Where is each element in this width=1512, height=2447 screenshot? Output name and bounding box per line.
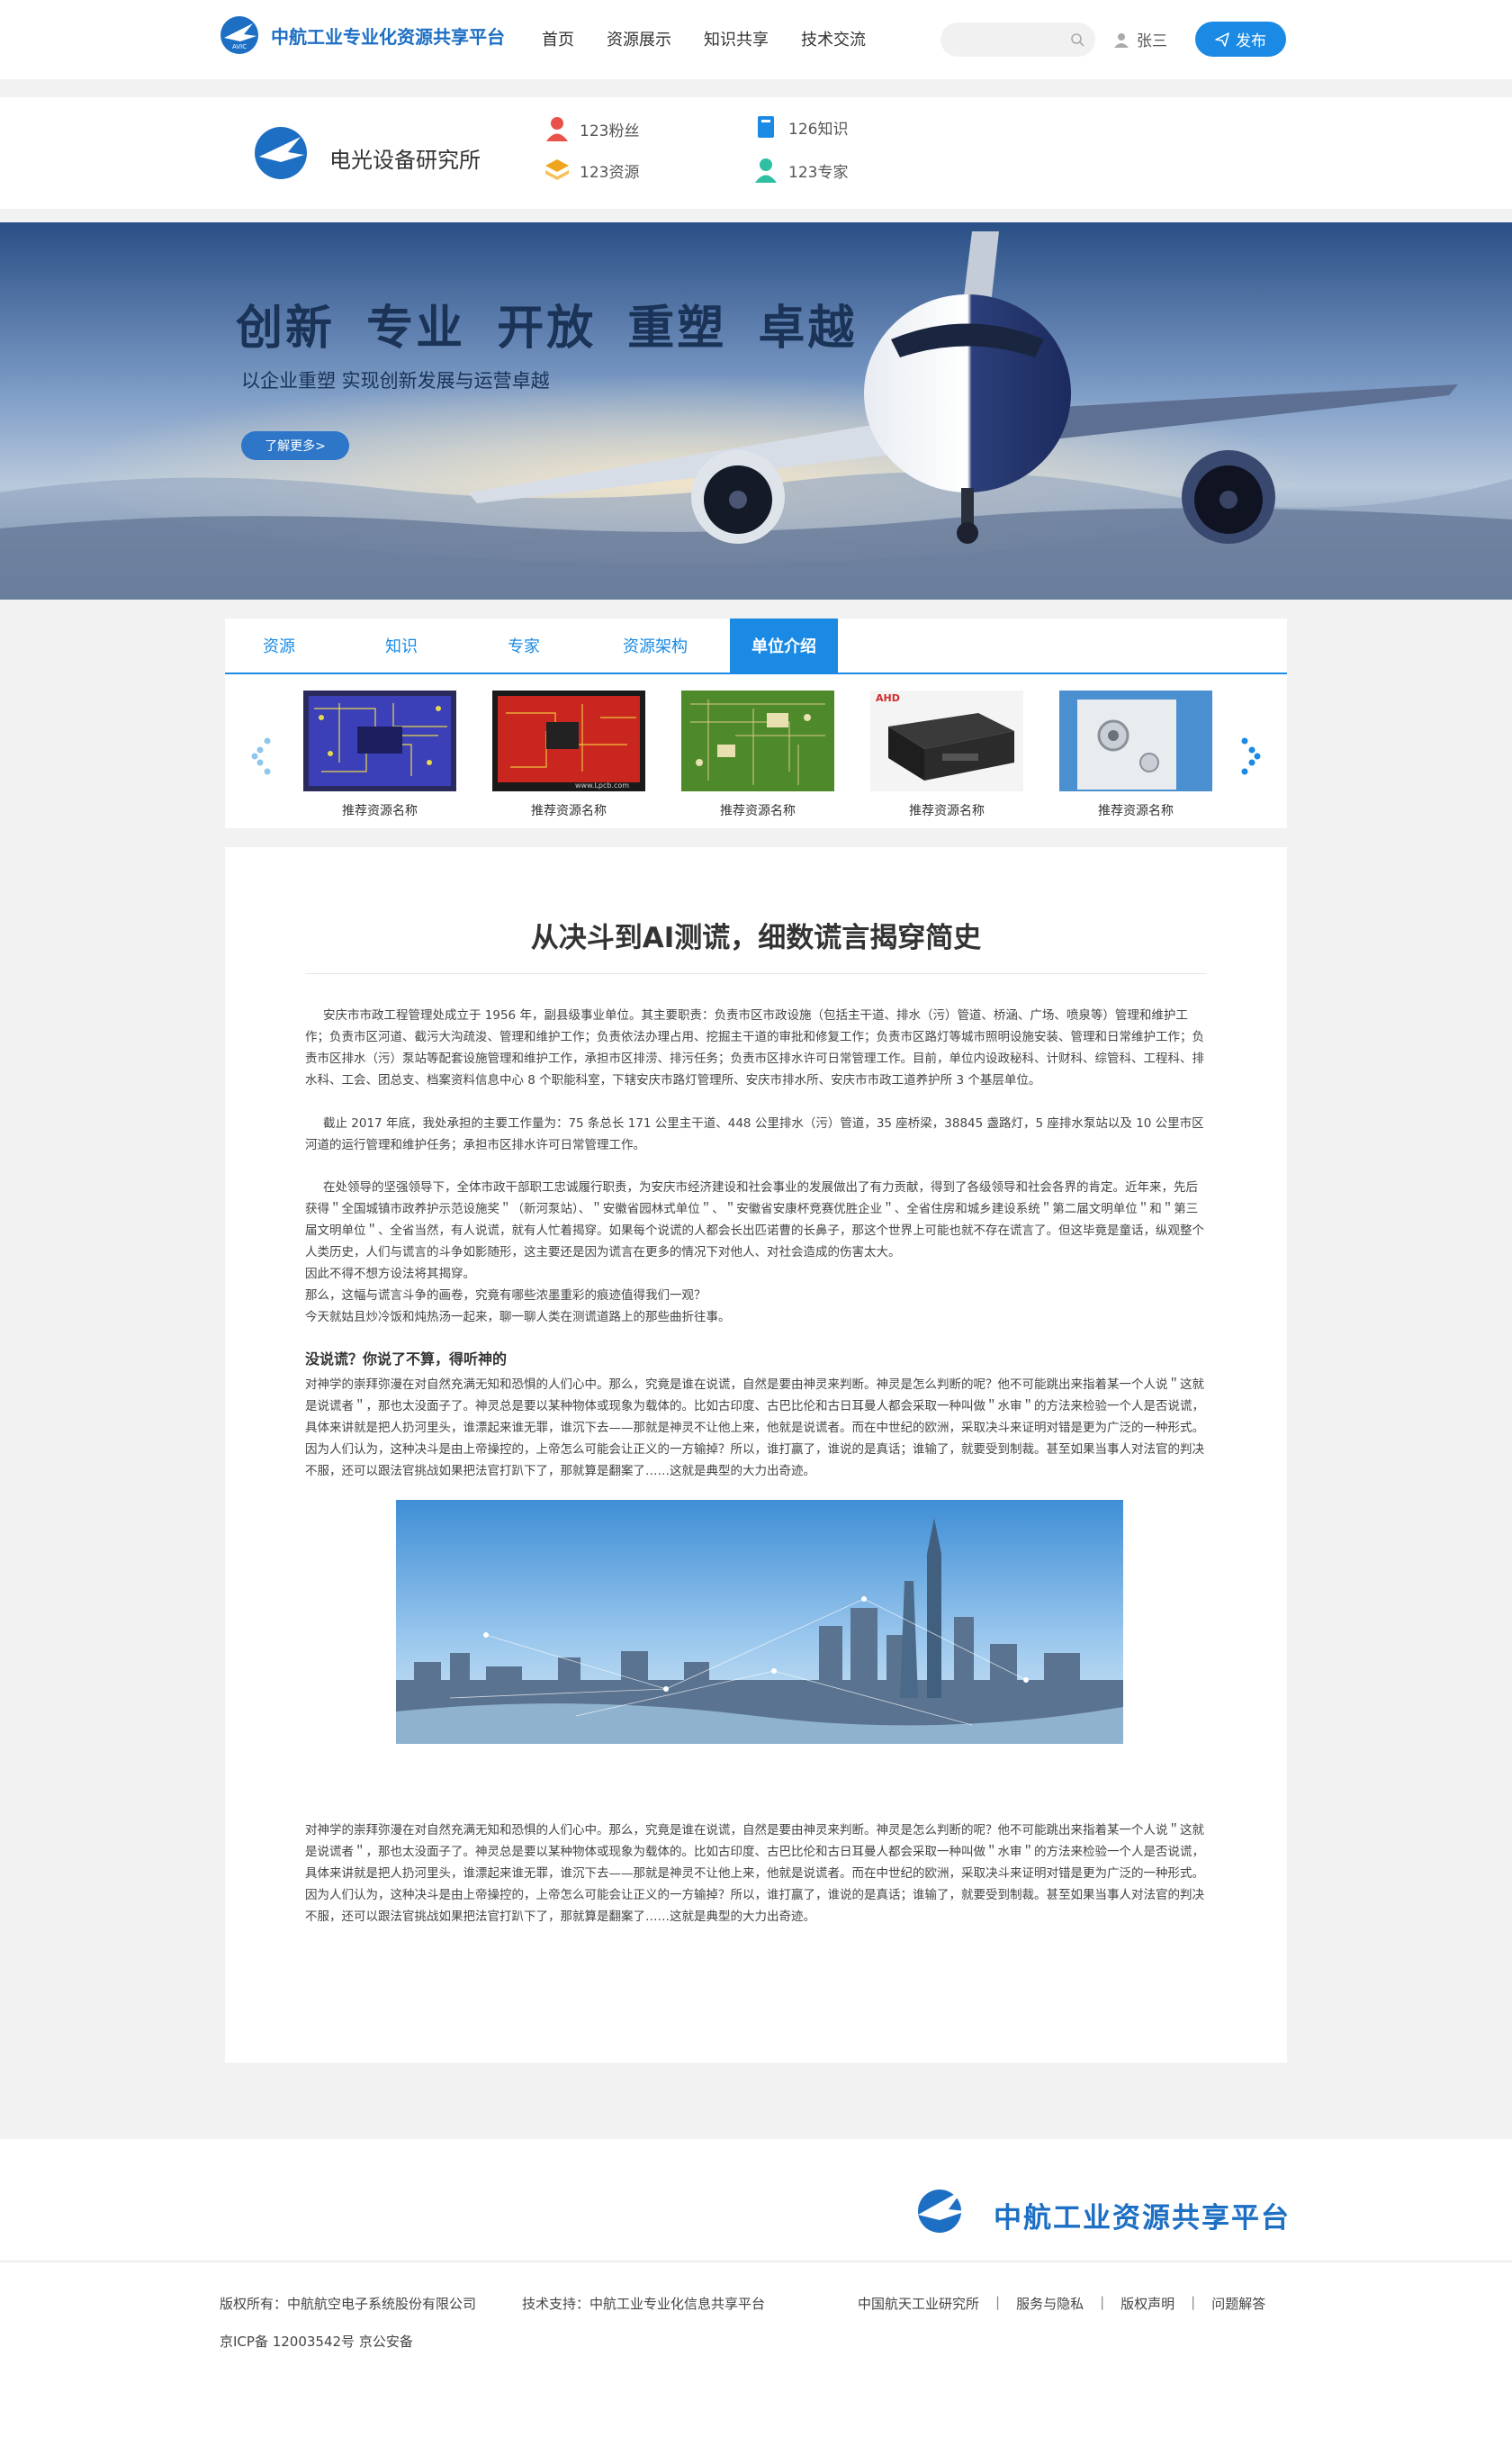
svg-text:AVIC: AVIC <box>232 43 247 50</box>
search-box <box>940 23 1095 57</box>
pcb-watermark: www.Lpcb.com <box>575 781 629 790</box>
search-input[interactable] <box>953 23 1070 57</box>
footer-link-copyright[interactable]: 版权声明 <box>1120 2294 1174 2313</box>
footer-separator: | <box>1100 2294 1105 2310</box>
tab-resources[interactable]: 资源 <box>225 619 333 673</box>
stat-resources-label: 123资源 <box>580 163 640 182</box>
footer-brand-bar: 中航工业资源共享平台 <box>0 2139 1512 2262</box>
footer-copyright: 版权所有：中航航空电子系统股份有限公司 <box>220 2296 477 2312</box>
carousel-thumb-2[interactable]: www.Lpcb.com <box>492 691 645 791</box>
article-paragraph-2: 截止 2017 年底，我处承担的主要工作量为：75 条总长 171 公里主干道、… <box>305 1116 1204 1152</box>
search-icon[interactable] <box>1070 32 1084 47</box>
carousel-thumb-4[interactable]: AHD <box>870 691 1023 791</box>
footer-support: 技术支持：中航工业专业化信息共享平台 <box>522 2296 766 2312</box>
nav-tech-exchange[interactable]: 技术交流 <box>801 27 866 50</box>
carousel-thumb-5[interactable] <box>1059 691 1212 791</box>
banner-subtitle: 以企业重塑 实现创新发展与运营卓越 <box>241 370 550 392</box>
stat-knowledge-label: 126知识 <box>788 120 849 139</box>
org-logo-icon <box>255 127 307 179</box>
carousel-thumb-3[interactable] <box>681 691 834 791</box>
article-paragraph-3: 在处领导的坚强领导下，全体市政干部职工忠诚履行职责，为安庆市经济建设和社会事业的… <box>305 1180 1204 1260</box>
site-title: 中航工业专业化资源共享平台 <box>271 25 505 48</box>
thumb-caption-1[interactable]: 推荐资源名称 <box>303 801 456 819</box>
stat-knowledge[interactable]: 126知识 <box>752 113 848 140</box>
pcb-green-image <box>681 691 834 791</box>
fans-icon <box>546 117 568 141</box>
stat-resources[interactable]: 123资源 <box>544 157 639 184</box>
avic-logo-icon: AVIC <box>220 16 258 54</box>
airplane-illustration <box>0 222 1512 600</box>
tab-knowledge[interactable]: 知识 <box>347 619 455 673</box>
title-divider <box>305 973 1207 974</box>
publish-button[interactable]: 发布 <box>1195 22 1286 57</box>
carousel-next-icon[interactable] <box>1236 734 1264 779</box>
carousel-thumb-1[interactable] <box>303 691 456 791</box>
hero-banner: 创新 专业 开放 重塑 卓越 以企业重塑 实现创新发展与运营卓越 了解更多> <box>0 222 1512 600</box>
stat-fans-label: 123粉丝 <box>580 122 640 140</box>
pcb-red-image: www.Lpcb.com <box>492 691 645 791</box>
expert-icon <box>755 158 777 183</box>
nav-resources[interactable]: 资源展示 <box>607 27 671 50</box>
thumb-caption-4[interactable]: 推荐资源名称 <box>870 801 1023 819</box>
article-paragraph-7: 对神学的崇拜弥漫在对自然充满无知和恐惧的人们心中。那么，究竟是谁在说谎，自然是要… <box>305 1377 1204 1478</box>
learn-more-button[interactable]: 了解更多> <box>241 431 349 460</box>
article-paragraph-5: 那么，这幅与谎言斗争的画卷，究竟有哪些浓墨重彩的痕迹值得我们一观？ <box>305 1288 706 1303</box>
tab-resource-structure[interactable]: 资源架构 <box>592 619 718 673</box>
tab-bar: 资源 知识 专家 资源架构 单位介绍 <box>225 619 1287 674</box>
footer-separator: | <box>995 2294 1001 2310</box>
pcb-blue-image <box>303 691 456 791</box>
article-title: 从决斗到AI测谎，细数谎言揭穿简史 <box>530 922 982 954</box>
publish-label: 发布 <box>1236 32 1266 50</box>
nav-knowledge[interactable]: 知识共享 <box>704 27 769 50</box>
city-skyline-image <box>396 1500 1123 1744</box>
thumb-caption-2[interactable]: 推荐资源名称 <box>492 801 645 819</box>
footer-separator: | <box>1191 2294 1196 2310</box>
resource-tabs-card: 资源 知识 专家 资源架构 单位介绍 www.Lpcb.com AHD 推荐资源… <box>225 619 1287 828</box>
article-paragraph-4: 因此不得不想方设法将其揭穿。 <box>305 1267 475 1281</box>
footer-link-institute[interactable]: 中国航天工业研究所 <box>858 2294 979 2313</box>
stat-experts[interactable]: 123专家 <box>752 157 848 184</box>
org-name: 电光设备研究所 <box>329 148 481 173</box>
device-brand: AHD <box>876 692 900 704</box>
org-info-bar: 电光设备研究所 123粉丝 126知识 123资源 123专家 <box>0 97 1512 209</box>
knowledge-icon <box>758 116 774 138</box>
main-nav: 首页 资源展示 知识共享 技术交流 <box>542 27 866 50</box>
user-name: 张三 <box>1137 32 1167 50</box>
user-icon <box>1114 32 1129 48</box>
banner-title: 创新 专业 开放 重塑 卓越 <box>236 302 858 356</box>
thumb-caption-5[interactable]: 推荐资源名称 <box>1059 801 1212 819</box>
footer-link-faq[interactable]: 问题解答 <box>1211 2294 1265 2313</box>
nav-home[interactable]: 首页 <box>542 27 574 50</box>
article-subheading: 没说谎？你说了不算，得听神的 <box>305 1350 508 1368</box>
city-skyline-illustration <box>396 1500 1123 1744</box>
stat-experts-label: 123专家 <box>788 163 849 182</box>
footer-icp[interactable]: 京ICP备 12003542号 京公安备 <box>220 2332 413 2351</box>
footer-logo-icon <box>918 2190 967 2233</box>
dvr-device-image: AHD <box>870 691 1023 791</box>
tab-experts[interactable]: 专家 <box>470 619 578 673</box>
stat-fans[interactable]: 123粉丝 <box>544 115 639 142</box>
site-logo[interactable]: AVIC 中航工业专业化资源共享平台 <box>219 14 505 56</box>
footer-brand-name: 中航工业资源共享平台 <box>994 2202 1291 2235</box>
resource-icon <box>545 159 569 180</box>
top-header: AVIC 中航工业专业化资源共享平台 首页 资源展示 知识共享 技术交流 张三 … <box>0 0 1512 79</box>
page-footer: 版权所有：中航航空电子系统股份有限公司 技术支持：中航工业专业化信息共享平台 京… <box>0 2262 1512 2447</box>
thumb-caption-3[interactable]: 推荐资源名称 <box>681 801 834 819</box>
article-card: 从决斗到AI测谎，细数谎言揭穿简史 安庆市市政工程管理处成立于 1956 年，副… <box>225 847 1287 2063</box>
tab-unit-intro[interactable]: 单位介绍 <box>730 619 838 673</box>
machine-part-image <box>1059 691 1212 791</box>
send-icon <box>1215 32 1229 47</box>
article-paragraph-8: 对神学的崇拜弥漫在对自然充满无知和恐惧的人们心中。那么，究竟是谁在说谎，自然是要… <box>305 1823 1204 1924</box>
article-paragraph-1: 安庆市市政工程管理处成立于 1956 年，副县级事业单位。其主要职责：负责市区市… <box>305 1008 1204 1088</box>
footer-link-privacy[interactable]: 服务与隐私 <box>1016 2294 1084 2313</box>
user-menu[interactable]: 张三 <box>1113 28 1167 50</box>
article-paragraph-6: 今天就姑且炒冷饭和炖热汤一起来，聊一聊人类在测谎道路上的那些曲折往事。 <box>305 1310 731 1324</box>
carousel-prev-icon[interactable] <box>248 734 276 779</box>
footer-links: 中国航天工业研究所 | 服务与隐私 | 版权声明 | 问题解答 <box>858 2294 1265 2313</box>
